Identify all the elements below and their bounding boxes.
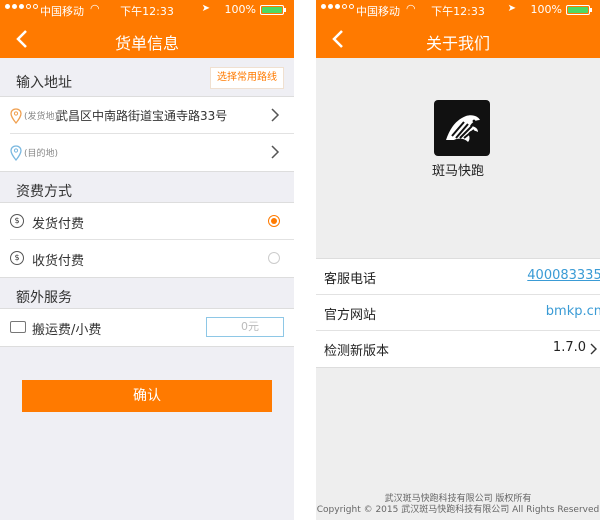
payment-group: $ 发货付费 $ 收货付费 xyxy=(0,202,294,278)
payment-option-label: 收货付费 xyxy=(32,254,85,269)
zebra-logo-icon xyxy=(434,100,490,156)
location-icon: ➤ xyxy=(201,3,210,14)
check-version-row[interactable]: 检测新版本 1.7.0 xyxy=(316,331,600,367)
ticket-icon xyxy=(10,321,26,333)
money-icon: $ xyxy=(10,251,24,265)
radio-unselected[interactable] xyxy=(268,252,280,264)
battery-icon xyxy=(260,5,286,15)
status-bar: 中国移动 ◠ 下午12:33 ➤ 100% xyxy=(316,0,600,20)
carrying-fee-label: 搬运费/小费 xyxy=(32,323,102,338)
location-pin-icon xyxy=(10,108,22,124)
version-value: 1.7.0 xyxy=(552,340,586,355)
to-address-row[interactable]: (目的地) xyxy=(10,134,294,171)
chevron-right-icon xyxy=(271,145,280,159)
nav-bar: 货单信息 xyxy=(0,20,294,58)
footer-company: 武汉斑马快跑科技有限公司 版权所有 xyxy=(384,494,532,504)
service-phone-label: 客服电话 xyxy=(324,272,377,287)
payment-section-header: 资费方式 xyxy=(0,172,294,202)
service-phone-link[interactable]: 4000833359 xyxy=(527,268,600,283)
status-bar: 中国移动 ◠ 下午12:33 ➤ 100% xyxy=(0,0,294,20)
app-name: 斑马快跑 xyxy=(431,164,484,179)
website-label: 官方网站 xyxy=(324,308,377,323)
payment-option-receiver[interactable]: $ 收货付费 xyxy=(10,240,294,277)
about-screen: 中国移动 ◠ 下午12:33 ➤ 100% 关于我们 斑马快跑 客服电话 400… xyxy=(316,0,600,520)
footer: 武汉斑马快跑科技有限公司 版权所有 Copyright © 2015 武汉斑马快… xyxy=(316,494,600,516)
page-title: 货单信息 xyxy=(114,34,179,53)
check-version-label: 检测新版本 xyxy=(324,344,390,359)
page-title: 关于我们 xyxy=(425,34,490,53)
website-row: 官方网站 bmkp.cn xyxy=(316,295,600,331)
money-icon: $ xyxy=(10,214,24,228)
service-phone-row: 客服电话 4000833359 xyxy=(316,259,600,295)
extra-group: 搬运费/小费 0元 xyxy=(0,308,294,347)
radio-selected[interactable] xyxy=(268,215,280,227)
chevron-right-icon xyxy=(590,343,597,355)
from-address: 武昌区中南路街道宝通寺路33号 xyxy=(56,109,228,123)
website-link[interactable]: bmkp.cn xyxy=(546,304,600,319)
from-tag: (发货地) xyxy=(24,112,59,122)
from-address-row[interactable]: (发货地) 武昌区中南路街道宝通寺路33号 xyxy=(10,97,294,134)
payment-option-sender[interactable]: $ 发货付费 xyxy=(10,203,294,240)
location-icon: ➤ xyxy=(507,3,516,14)
extra-section-label: 额外服务 xyxy=(16,290,72,306)
battery-percent: 100% xyxy=(530,3,562,16)
battery-icon xyxy=(566,5,592,15)
footer-copyright: Copyright © 2015 武汉斑马快跑科技有限公司 All Rights… xyxy=(316,505,600,515)
confirm-button[interactable]: 确认 xyxy=(22,380,272,412)
payment-option-label: 发货付费 xyxy=(32,217,85,232)
carrying-fee-row: 搬运费/小费 0元 xyxy=(10,309,294,346)
address-group: (发货地) 武昌区中南路街道宝通寺路33号 (目的地) xyxy=(0,96,294,172)
location-pin-icon xyxy=(10,145,22,161)
waybill-screen: 中国移动 ◠ 下午12:33 ➤ 100% 货单信息 输入地址 选择常用路线 (… xyxy=(0,0,294,520)
address-section-label: 输入地址 xyxy=(16,75,72,91)
about-info-group: 客服电话 4000833359 官方网站 bmkp.cn 检测新版本 1.7.0 xyxy=(316,258,600,368)
battery-percent: 100% xyxy=(224,3,256,16)
nav-bar: 关于我们 xyxy=(316,20,600,58)
to-tag: (目的地) xyxy=(24,149,59,159)
chevron-right-icon xyxy=(271,108,280,122)
choose-route-button[interactable]: 选择常用路线 xyxy=(210,67,284,89)
payment-section-label: 资费方式 xyxy=(16,184,72,200)
carrying-fee-input[interactable]: 0元 xyxy=(206,317,284,337)
address-section-header: 输入地址 选择常用路线 xyxy=(0,58,294,96)
extra-section-header: 额外服务 xyxy=(0,278,294,308)
